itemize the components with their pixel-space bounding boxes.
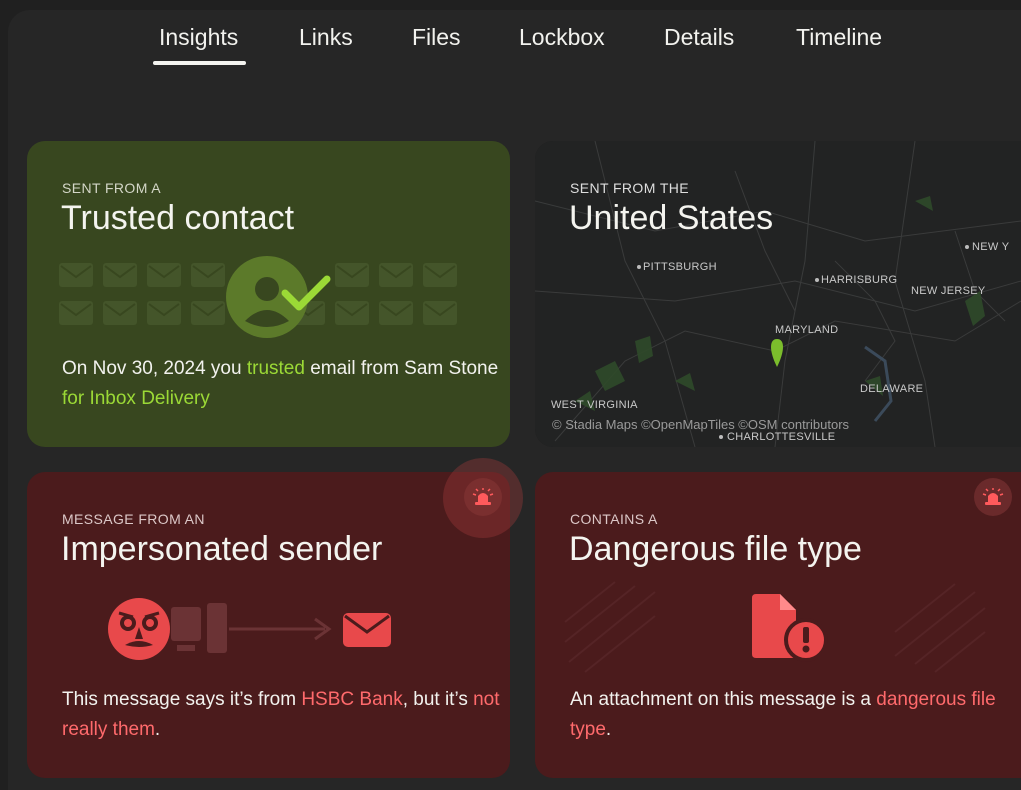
tab-timeline[interactable]: Timeline bbox=[796, 24, 882, 51]
impersonated-sender-card[interactable]: MESSAGE FROM AN Impersonated sender This… bbox=[27, 472, 510, 778]
tab-details[interactable]: Details bbox=[664, 24, 734, 51]
trusted-contact-icon bbox=[226, 256, 331, 338]
map-label-new-york: NEW Y bbox=[972, 241, 1010, 253]
location-eyebrow: SENT FROM THE bbox=[570, 180, 690, 196]
siren-icon bbox=[982, 488, 1004, 505]
siren-icon bbox=[472, 488, 494, 505]
dangerous-description: An attachment on this message is a dange… bbox=[570, 689, 996, 740]
location-headline: United States bbox=[569, 199, 774, 237]
tab-insights[interactable]: Insights bbox=[159, 24, 238, 51]
dangerous-alert-button[interactable] bbox=[974, 478, 1012, 516]
trusted-headline: Trusted contact bbox=[61, 199, 295, 237]
impersonated-description: This message says it’s from HSBC Bank, b… bbox=[62, 689, 500, 740]
dangerous-file-icon bbox=[752, 594, 828, 662]
map-label-west-virginia: WEST VIRGINIA bbox=[551, 399, 638, 411]
impersonated-headline: Impersonated sender bbox=[61, 530, 383, 568]
dangerous-eyebrow: CONTAINS A bbox=[570, 511, 658, 527]
map-label-charlottesville: CHARLOTTESVILLE bbox=[727, 431, 836, 443]
impersonated-alert-button[interactable] bbox=[464, 478, 502, 516]
disguised-sender-icon bbox=[108, 598, 391, 660]
trusted-eyebrow: SENT FROM A bbox=[62, 180, 162, 196]
tab-lockbox[interactable]: Lockbox bbox=[519, 24, 605, 51]
sender-location-card[interactable]: PITTSBURGH HARRISBURG NEW Y NEW JERSEY M… bbox=[535, 141, 1021, 447]
active-tab-indicator bbox=[153, 61, 246, 65]
tab-bar: Insights Links Files Lockbox Details Tim… bbox=[0, 24, 1021, 74]
map-label-delaware: DELAWARE bbox=[860, 383, 924, 395]
map-label-maryland: MARYLAND bbox=[775, 324, 839, 336]
map-label-new-jersey: NEW JERSEY bbox=[911, 285, 986, 297]
tab-links[interactable]: Links bbox=[299, 24, 353, 51]
map-label-harrisburg: HARRISBURG bbox=[821, 274, 898, 286]
tab-files[interactable]: Files bbox=[412, 24, 461, 51]
dangerous-file-card[interactable]: An attachment on this message is a dange… bbox=[535, 472, 1021, 778]
dangerous-headline: Dangerous file type bbox=[569, 530, 862, 568]
map-attribution[interactable]: © Stadia Maps ©OpenMapTiles ©OSM contrib… bbox=[552, 417, 849, 432]
trusted-description: On Nov 30, 2024 you trusted email from S… bbox=[62, 358, 499, 409]
map-label-pittsburgh: PITTSBURGH bbox=[643, 261, 717, 273]
impersonated-eyebrow: MESSAGE FROM AN bbox=[62, 511, 205, 527]
trusted-contact-card[interactable]: SENT FROM A Trusted contact On Nov 30, 2… bbox=[27, 141, 510, 447]
